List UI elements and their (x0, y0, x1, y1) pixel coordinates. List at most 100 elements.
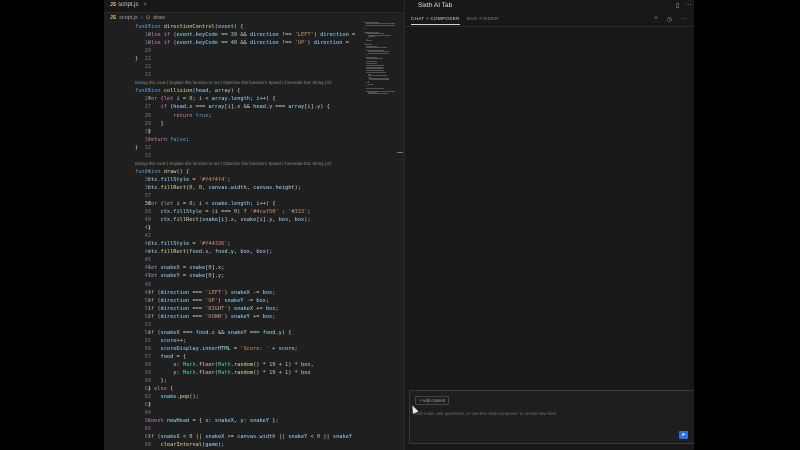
code-line[interactable]: 35 ctx.fillStyle = '#f4f4f4'; (104, 176, 404, 184)
code-text: } (135, 144, 139, 151)
code-line[interactable]: 32} (104, 144, 404, 152)
code-text: return false; (147, 136, 190, 143)
line-number: 37 (144, 192, 151, 199)
plus-icon[interactable]: + (654, 16, 658, 23)
code-text: ctx.fillStyle = '#f4f4f4'; (147, 176, 231, 183)
code-line[interactable]: 34 function draw() { (104, 168, 404, 176)
minimap-line (365, 62, 377, 64)
breadcrumb-symbol[interactable]: draw (153, 15, 165, 21)
code-line[interactable]: 43 ctx.fillStyle = '#f44336'; (104, 240, 404, 248)
code-line[interactable]: 67 if (snakeX < 0 || snakeX >= canvas.wi… (104, 433, 404, 441)
code-line[interactable]: 26 for (let i = 0; i < array.length; i++… (104, 95, 404, 103)
line-number: 66 (144, 426, 151, 433)
line-number: 53 (144, 321, 151, 328)
code-line[interactable]: 65 const newHead = { x: snakeX, y: snake… (104, 417, 404, 425)
code-text: ctx.fillRect(snake[i].x, snake[i].y, box… (160, 217, 311, 224)
code-text: } (135, 128, 151, 135)
code-line[interactable]: 22 (104, 63, 404, 71)
code-line[interactable]: 53 (104, 321, 404, 329)
more-icon[interactable]: ··· (685, 2, 691, 9)
code-text: else if (event.keyCode == 39 && directio… (147, 32, 359, 39)
code-line[interactable]: 47 let snakeY = snake[0].y; (104, 272, 404, 280)
chat-input[interactable] (415, 411, 675, 421)
code-line[interactable]: 31 return false; (104, 136, 404, 144)
chat-composer: + Add context ➤ (409, 390, 694, 444)
more-icon[interactable]: ··· (681, 16, 687, 23)
minimap-line (365, 69, 384, 71)
line-number: 21 (144, 56, 151, 63)
send-icon[interactable]: ➤ (679, 431, 688, 439)
minimap[interactable] (364, 22, 404, 102)
code-line[interactable]: 49 if (direction === 'LEFT') snakeX -= b… (104, 289, 404, 297)
code-line[interactable]: 68 clearInterval(game); (104, 441, 404, 449)
code-line[interactable]: 18 else if (event.keyCode == 39 && direc… (104, 31, 404, 39)
code-line[interactable]: 64 (104, 409, 404, 417)
codelens-text[interactable]: Debug this code | Explain this function … (135, 160, 332, 168)
code-line[interactable]: 58 x: Math.floor(Math.random() * 19 + 1)… (104, 361, 404, 369)
code-line[interactable]: 27 if (head.x === array[i].x && head.y =… (104, 103, 404, 111)
code-line[interactable]: 44 ctx.fillRect(food.x, food.y, box, box… (104, 248, 404, 256)
layout-icon[interactable]: ▯ (676, 2, 679, 9)
code-line[interactable]: 25 function collision(head, array) { (104, 87, 404, 95)
code-line[interactable]: 55 score++; (104, 337, 404, 345)
line-number: 42 (144, 233, 151, 240)
code-text: for (let i = 0; i < snake.length; i++) { (147, 201, 276, 208)
code-line[interactable]: 33 (104, 152, 404, 160)
code-line[interactable]: 19 else if (event.keyCode == 40 && direc… (104, 39, 404, 47)
code-text: function collision(head, array) { (135, 88, 241, 95)
minimap-line (365, 87, 385, 89)
code-line[interactable]: 23 (104, 71, 404, 79)
code-text: let snakeY = snake[0].y; (147, 273, 225, 280)
code-line[interactable]: 29 } (104, 120, 404, 128)
code-line[interactable]: 50 if (direction === 'UP') snakeY -= box… (104, 297, 404, 305)
code-area[interactable]: 17 function directionControl(event) {18 e… (104, 23, 404, 450)
code-line[interactable]: 48 (104, 281, 404, 289)
codelens-actions[interactable]: Debug this code | Explain this function … (104, 160, 404, 168)
code-line[interactable]: 41 } (104, 224, 404, 232)
code-line[interactable]: 17 function directionControl(event) { (104, 23, 404, 31)
code-line[interactable]: 59 y: Math.floor(Math.random() * 19 + 1)… (104, 369, 404, 377)
code-line[interactable]: 42 (104, 232, 404, 240)
tab-chat-composer[interactable]: CHAT + COMPOSER (411, 16, 460, 25)
code-text: y: Math.floor(Math.random() * 19 + 1) * … (173, 370, 311, 377)
ide-window: JS script.js × JS script.js › ⊙ draw 17 f… (104, 0, 694, 450)
code-line[interactable]: 61 } else { (104, 385, 404, 393)
code-line[interactable]: 45 (104, 256, 404, 264)
add-context-button[interactable]: + Add context (415, 396, 450, 405)
tab-bug-finder[interactable]: BUG FINDER (467, 16, 498, 21)
code-text: x: Math.floor(Math.random() * 19 + 1) * … (173, 361, 314, 368)
code-line[interactable]: 20 (104, 47, 404, 55)
code-line[interactable]: 60 }; (104, 377, 404, 385)
code-line[interactable]: 51 if (direction === 'RIGHT') snakeX += … (104, 305, 404, 313)
code-line[interactable]: 38 for (let i = 0; i < snake.length; i++… (104, 200, 404, 208)
code-text: }; (135, 378, 167, 385)
code-line[interactable]: 52 if (direction === 'DOWN') snakeY += b… (104, 313, 404, 321)
code-line[interactable]: 54 if (snakeX === food.x && snakeY === f… (104, 329, 404, 337)
code-line[interactable]: 30 } (104, 128, 404, 136)
code-line[interactable]: 37 (104, 192, 404, 200)
code-line[interactable]: 46 let snakeX = snake[0].x; (104, 264, 404, 272)
codelens-text[interactable]: Debug this code | Explain this function … (135, 79, 332, 87)
code-text: } (135, 402, 151, 409)
code-text: scoreDisplay.innerHTML = 'Score: ' + sco… (160, 345, 298, 352)
code-line[interactable]: 21} (104, 55, 404, 63)
breadcrumb-file[interactable]: script.js (119, 15, 138, 21)
code-text: else if (event.keyCode == 40 && directio… (147, 40, 353, 47)
code-line[interactable]: 63 } (104, 401, 404, 409)
code-line[interactable]: 28 return true; (104, 112, 404, 120)
code-line[interactable]: 36 ctx.fillRect(0, 0, canvas.width, canv… (104, 184, 404, 192)
code-line[interactable]: 62 snake.pop(); (104, 393, 404, 401)
line-number: 48 (144, 281, 151, 288)
code-text: score++; (160, 337, 187, 344)
code-line[interactable]: 57 food = { (104, 353, 404, 361)
code-line[interactable]: 39 ctx.fillStyle = (i === 0) ? '#4caf50'… (104, 208, 404, 216)
code-line[interactable]: 66 (104, 425, 404, 433)
minimap-line (367, 83, 373, 85)
window-controls: ▯ ··· (676, 2, 691, 9)
minimap-line (365, 47, 388, 49)
title-bar: Sixth AI Tab ▯ ··· (0, 0, 800, 12)
code-line[interactable]: 56 scoreDisplay.innerHTML = 'Score: ' + … (104, 345, 404, 353)
codelens-actions[interactable]: Debug this code | Explain this function … (104, 79, 404, 87)
code-line[interactable]: 40 ctx.fillRect(snake[i].x, snake[i].y, … (104, 216, 404, 224)
history-icon[interactable]: ◷ (667, 16, 672, 23)
